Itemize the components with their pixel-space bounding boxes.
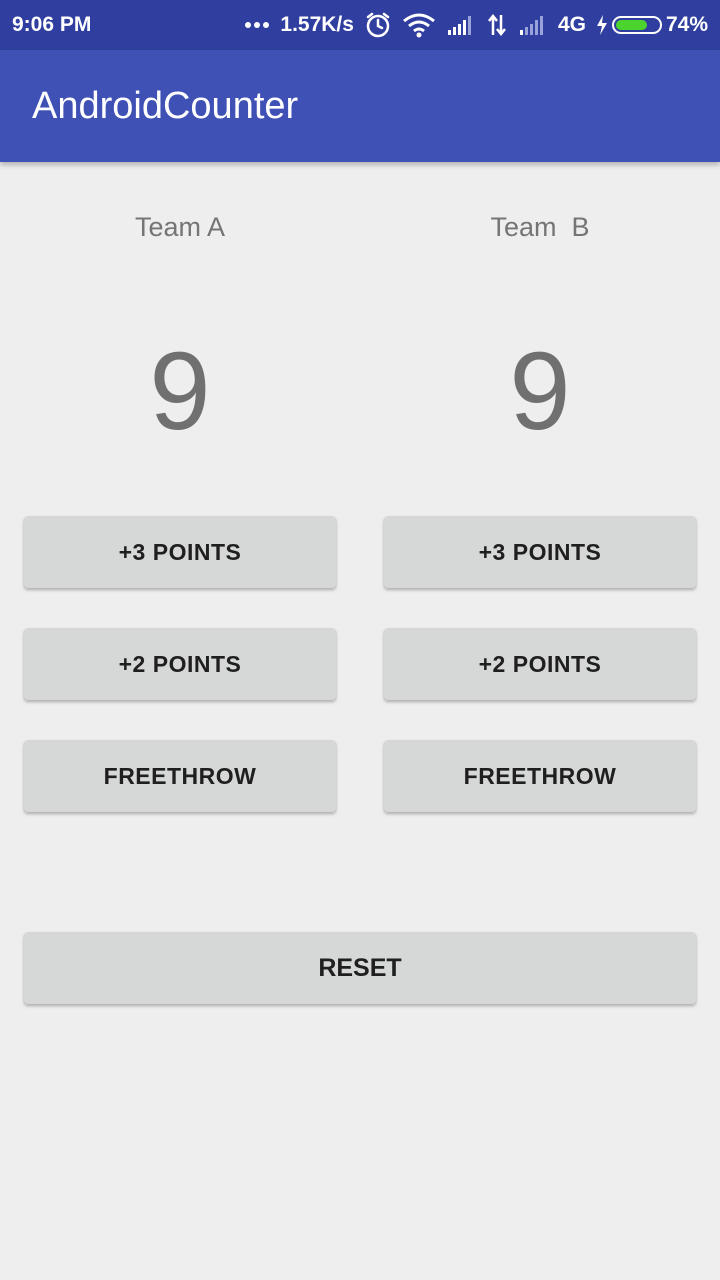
team-a-freethrow-button[interactable]: FREETHROW: [24, 740, 336, 812]
team-a-score: 9: [149, 330, 211, 453]
status-time: 9:06 PM: [12, 13, 92, 36]
team-a-plus2-button[interactable]: +2 POINTS: [24, 628, 336, 700]
charging-icon: [596, 15, 607, 35]
dots-icon: [244, 21, 270, 29]
app-title: AndroidCounter: [32, 84, 299, 127]
reset-button[interactable]: RESET: [24, 932, 696, 1004]
signal-icon: [446, 14, 476, 36]
team-a-plus3-button[interactable]: +3 POINTS: [24, 516, 336, 588]
network-speed: 1.57K/s: [280, 13, 354, 36]
network-type: 4G: [557, 13, 586, 36]
battery-fill: [615, 20, 648, 30]
status-icons: 1.57K/s 4G 74%: [244, 11, 708, 39]
data-transfer-icon: [486, 13, 508, 37]
team-b-freethrow-button[interactable]: FREETHROW: [384, 740, 696, 812]
app-bar: AndroidCounter: [0, 50, 720, 162]
team-b-name: Team B: [490, 212, 590, 242]
battery-icon: [611, 16, 662, 34]
team-a-name: Team A: [134, 212, 226, 242]
team-b-plus2-button[interactable]: +2 POINTS: [384, 628, 696, 700]
alarm-icon: [364, 11, 392, 39]
team-b-plus3-button[interactable]: +3 POINTS: [384, 516, 696, 588]
team-b-score: 9: [509, 330, 571, 453]
status-bar: 9:06 PM 1.57K/s 4G 74%: [0, 0, 720, 50]
battery-percent: 74%: [665, 13, 708, 36]
wifi-icon: [402, 12, 436, 38]
signal-weak-icon: [518, 14, 548, 36]
battery: 74%: [596, 13, 708, 37]
